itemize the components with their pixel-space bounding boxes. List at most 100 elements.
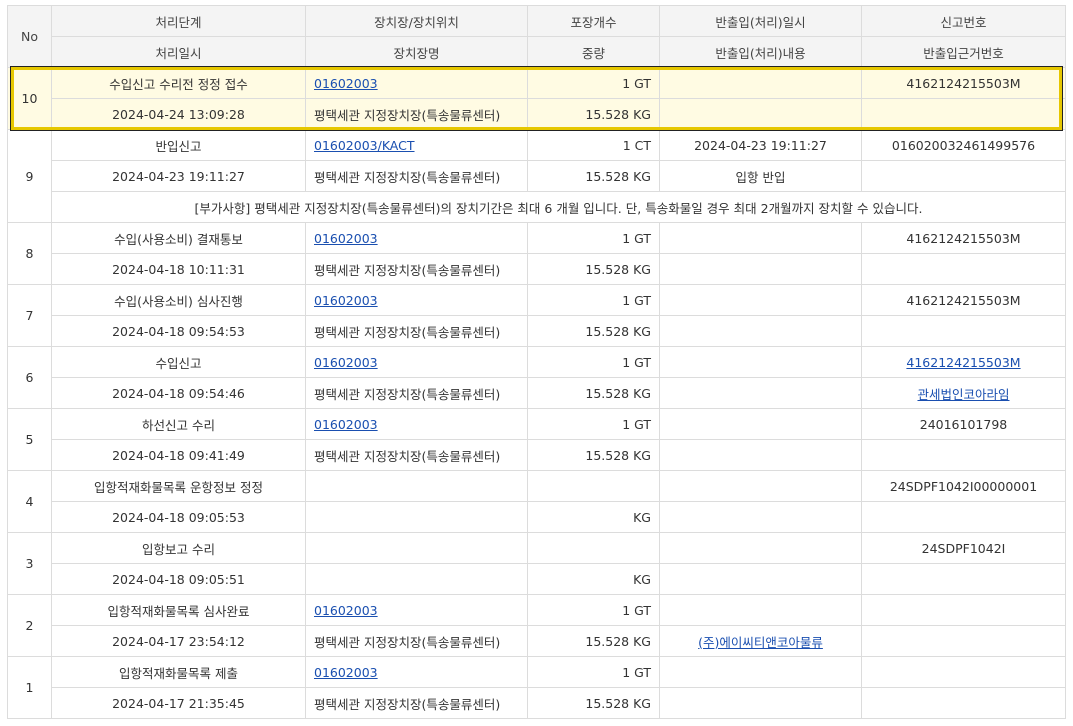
count-cell: 1 GT <box>527 408 660 440</box>
io-content-cell <box>659 687 862 719</box>
time-cell: 2024-04-18 09:05:51 <box>51 563 306 595</box>
weight-cell: 15.528 KG <box>527 98 660 130</box>
count-cell: 1 GT <box>527 656 660 688</box>
table-row[interactable]: 7 수입(사용소비) 심사진행 01602003 1 GT 4162124215… <box>7 284 1066 347</box>
location-cell <box>305 532 528 564</box>
count-cell: 1 GT <box>527 67 660 99</box>
io-content-cell <box>659 563 862 595</box>
table-row[interactable]: 6 수입신고 01602003 1 GT 4162124215503M <box>7 346 1066 409</box>
basis-no-cell <box>861 563 1066 595</box>
io-time-cell <box>659 67 862 99</box>
place-name-cell <box>305 501 528 533</box>
basis-no-cell <box>861 253 1066 285</box>
count-cell: 1 GT <box>527 222 660 254</box>
row-no: 9 <box>7 129 52 223</box>
table-row[interactable]: 2024-04-18 09:41:49 평택세관 지정장치장(특송물류센터) 1… <box>8 439 1066 471</box>
place-name-cell: 평택세관 지정장치장(특송물류센터) <box>305 160 528 192</box>
decl-no-cell <box>861 594 1066 626</box>
col-io-content: 반출입(처리)내용 <box>659 36 862 68</box>
io-content-cell <box>659 315 862 347</box>
basis-no-cell <box>861 98 1066 130</box>
table-row[interactable]: 10 수입신고 수리전 정정 접수 01602003 1 GT 41621242… <box>7 67 1066 130</box>
table-row[interactable]: 2024-04-18 09:54:46 평택세관 지정장치장(특송물류센터) 1… <box>8 377 1066 409</box>
col-no: No <box>7 5 52 68</box>
count-cell <box>527 532 660 564</box>
customs-broker-link[interactable]: 관세법인코아라임 <box>917 387 1009 402</box>
table-row[interactable]: 9 반입신고 01602003/KACT 1 CT 2024-04-23 19:… <box>7 129 1066 223</box>
basis-no-cell <box>861 315 1066 347</box>
decl-no-cell: 24SDPF1042I00000001 <box>861 470 1066 502</box>
io-content-cell <box>659 98 862 130</box>
place-name-cell <box>305 563 528 595</box>
row-no: 2 <box>7 594 52 657</box>
place-name-cell: 평택세관 지정장치장(특송물류센터) <box>305 625 528 657</box>
basis-no-cell <box>861 160 1066 192</box>
table-row[interactable]: 5 하선신고 수리 01602003 1 GT 24016101798 <box>7 408 1066 471</box>
table-row[interactable]: 2024-04-23 19:11:27 평택세관 지정장치장(특송물류센터) 1… <box>8 160 1066 192</box>
time-cell: 2024-04-23 19:11:27 <box>51 160 306 192</box>
io-content-cell <box>659 253 862 285</box>
decl-no-cell <box>861 656 1066 688</box>
decl-no-cell: 4162124215503M <box>861 284 1066 316</box>
location-link[interactable]: 01602003 <box>314 665 378 680</box>
basis-no-cell <box>861 625 1066 657</box>
table-row[interactable]: 2024-04-18 09:05:53 KG <box>8 501 1066 533</box>
weight-cell: 15.528 KG <box>527 253 660 285</box>
row-no: 8 <box>7 222 52 285</box>
count-cell: 1 GT <box>527 284 660 316</box>
table-row[interactable]: 1 입항적재화물목록 제출 01602003 1 GT <box>7 656 1066 719</box>
col-decl-no: 신고번호 <box>861 5 1066 37</box>
location-link[interactable]: 01602003/KACT <box>314 138 415 153</box>
table-row[interactable]: 2024-04-24 13:09:28 평택세관 지정장치장(특송물류센터) 1… <box>8 98 1066 130</box>
stage-cell: 반입신고 <box>51 129 306 161</box>
place-name-cell: 평택세관 지정장치장(특송물류센터) <box>305 98 528 130</box>
place-name-cell: 평택세관 지정장치장(특송물류센터) <box>305 687 528 719</box>
weight-cell: KG <box>527 501 660 533</box>
location-link[interactable]: 01602003 <box>314 293 378 308</box>
decl-no-cell: 24SDPF1042I <box>861 532 1066 564</box>
location-link[interactable]: 01602003 <box>314 231 378 246</box>
time-cell: 2024-04-17 23:54:12 <box>51 625 306 657</box>
table-row[interactable]: 8 수입(사용소비) 결재통보 01602003 1 GT 4162124215… <box>7 222 1066 285</box>
count-cell: 1 GT <box>527 346 660 378</box>
row-no: 6 <box>7 346 52 409</box>
decl-no-cell: 016020032461499576 <box>861 129 1066 161</box>
table-row[interactable]: 2024-04-18 10:11:31 평택세관 지정장치장(특송물류센터) 1… <box>8 253 1066 285</box>
location-link[interactable]: 01602003 <box>314 603 378 618</box>
table-row[interactable]: 2024-04-17 21:35:45 평택세관 지정장치장(특송물류센터) 1… <box>8 687 1066 719</box>
table-row[interactable]: 2024-04-18 09:05:51 KG <box>8 563 1066 595</box>
col-place-name: 장치장명 <box>305 36 528 68</box>
place-name-cell: 평택세관 지정장치장(특송물류센터) <box>305 253 528 285</box>
io-content-cell <box>659 377 862 409</box>
count-cell: 1 CT <box>527 129 660 161</box>
table-row[interactable]: 4 입항적재화물목록 운항정보 정정 24SDPF1042I00000001 <box>7 470 1066 533</box>
stage-cell: 수입신고 <box>51 346 306 378</box>
col-time: 처리일시 <box>51 36 306 68</box>
location-link[interactable]: 01602003 <box>314 417 378 432</box>
col-basis-no: 반출입근거번호 <box>861 36 1066 68</box>
io-time-cell <box>659 594 862 626</box>
io-content-cell <box>659 501 862 533</box>
decl-no-link[interactable]: 4162124215503M <box>906 355 1020 370</box>
weight-cell: 15.528 KG <box>527 687 660 719</box>
row-no: 4 <box>7 470 52 533</box>
stage-cell: 수입(사용소비) 심사진행 <box>51 284 306 316</box>
table-row[interactable]: 2024-04-18 09:54:53 평택세관 지정장치장(특송물류센터) 1… <box>8 315 1066 347</box>
time-cell: 2024-04-18 09:05:53 <box>51 501 306 533</box>
table-row[interactable]: 2 입항적재화물목록 심사완료 01602003 1 GT <box>7 594 1066 657</box>
table-row[interactable]: 2024-04-17 23:54:12 평택세관 지정장치장(특송물류센터) 1… <box>8 625 1066 657</box>
weight-cell: 15.528 KG <box>527 377 660 409</box>
cargo-progress-table: No 처리단계 장치장/장치위치 포장개수 반출입(처리)일시 신고번호 처리일… <box>7 5 1066 719</box>
row-no: 7 <box>7 284 52 347</box>
location-link[interactable]: 01602003 <box>314 76 378 91</box>
location-link[interactable]: 01602003 <box>314 355 378 370</box>
io-time-cell: 2024-04-23 19:11:27 <box>659 129 862 161</box>
table-row[interactable]: 3 입항보고 수리 24SDPF1042I <box>7 532 1066 595</box>
weight-cell: KG <box>527 563 660 595</box>
row-no: 5 <box>7 408 52 471</box>
cargo-progress-table-container: No 처리단계 장치장/장치위치 포장개수 반출입(처리)일시 신고번호 처리일… <box>7 5 1066 719</box>
forwarder-link[interactable]: (주)에이씨티앤코아물류 <box>698 635 823 650</box>
io-time-cell <box>659 222 862 254</box>
location-cell <box>305 470 528 502</box>
count-cell: 1 GT <box>527 594 660 626</box>
